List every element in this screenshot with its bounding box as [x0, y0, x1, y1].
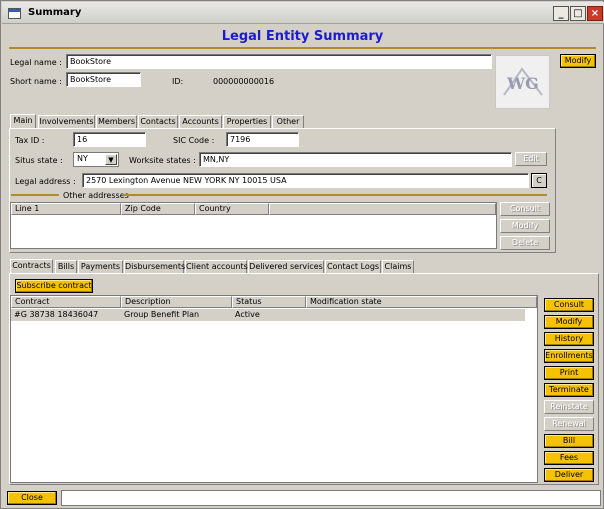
contract-cell: #G 38738 18436047: [14, 310, 99, 319]
id-label: ID:: [172, 77, 184, 86]
worksite-edit-button[interactable]: Edit: [515, 152, 547, 166]
addr-delete-button[interactable]: Delete: [500, 236, 550, 250]
addr-consult-button[interactable]: Consult: [500, 202, 550, 216]
status-bar: [61, 490, 601, 506]
tab-payments[interactable]: Payments: [78, 260, 123, 273]
tax-id-field[interactable]: 16: [73, 132, 146, 147]
other-addresses-grid[interactable]: Line 1 Zip Code Country: [10, 202, 497, 249]
tax-id-label: Tax ID :: [15, 136, 45, 145]
page-title: Legal Entity Summary: [221, 29, 384, 44]
addr-column-country[interactable]: Country: [195, 203, 269, 215]
situs-state-label: Situs state :: [15, 156, 63, 165]
tab-delivered-services[interactable]: Delivered services: [248, 260, 324, 273]
chevron-down-icon[interactable]: ▼: [105, 154, 117, 165]
summary-window: Summary _ □ × Legal Entity Summary Legal…: [0, 0, 604, 509]
other-addresses-rule-right: [123, 194, 547, 196]
legal-name-field[interactable]: BookStore: [66, 54, 492, 69]
tab-bills[interactable]: Bills: [55, 260, 77, 273]
contract-terminate-button[interactable]: Terminate: [544, 383, 594, 397]
minimize-button[interactable]: _: [553, 6, 569, 21]
modification-state-column[interactable]: Modification state: [306, 296, 537, 308]
other-addresses-rule-left: [11, 194, 59, 196]
situs-state-select[interactable]: NY ▼: [73, 152, 119, 167]
contract-reinstate-button[interactable]: Reinstate: [544, 400, 594, 414]
contract-modify-button[interactable]: Modify: [544, 315, 594, 329]
short-name-label: Short name :: [10, 77, 62, 86]
tab-claims[interactable]: Claims: [382, 260, 414, 273]
situs-state-value: NY: [77, 154, 88, 163]
contract-deliver-button[interactable]: Deliver: [544, 468, 594, 482]
description-column[interactable]: Description: [121, 296, 232, 308]
tab-members[interactable]: Members: [96, 115, 137, 128]
tab-client-accounts[interactable]: Client accounts: [185, 260, 248, 273]
addr-column-zip[interactable]: Zip Code: [121, 203, 195, 215]
worksite-states-label: Worksite states :: [129, 156, 196, 165]
description-cell: Group Benefit Plan: [124, 310, 200, 319]
tab-properties[interactable]: Properties: [223, 115, 271, 128]
tab-involvements[interactable]: Involvements: [38, 115, 95, 128]
addr-column-empty: [269, 203, 496, 215]
contracts-grid[interactable]: Contract Description Status Modification…: [10, 295, 538, 483]
tab-main[interactable]: Main: [10, 114, 36, 128]
contract-consult-button[interactable]: Consult: [544, 298, 594, 312]
contract-history-button[interactable]: History: [544, 332, 594, 346]
contract-renewal-button[interactable]: Renewal: [544, 417, 594, 431]
legal-address-label: Legal address :: [15, 177, 76, 186]
contract-fees-button[interactable]: Fees: [544, 451, 594, 465]
sic-code-label: SIC Code :: [173, 136, 215, 145]
addr-column-line1[interactable]: Line 1: [11, 203, 121, 215]
window-title: Summary: [28, 7, 82, 18]
id-value: 000000000016: [213, 77, 275, 86]
entity-logo: WG: [495, 55, 550, 109]
tab-accounts[interactable]: Accounts: [179, 115, 222, 128]
legal-address-field[interactable]: 2570 Lexington Avenue NEW YORK NY 10015 …: [82, 173, 529, 188]
contract-print-button[interactable]: Print: [544, 366, 594, 380]
short-name-field[interactable]: BookStore: [66, 72, 141, 87]
contracts-tab-strip: Contracts Bills Payments Disbursements C…: [9, 259, 599, 274]
status-cell: Active: [235, 310, 260, 319]
tab-contracts[interactable]: Contracts: [10, 259, 53, 273]
sic-code-field[interactable]: 7196: [226, 132, 299, 147]
contract-column[interactable]: Contract: [11, 296, 121, 308]
worksite-states-field[interactable]: MN,NY: [199, 152, 512, 167]
contract-bill-button[interactable]: Bill: [544, 434, 594, 448]
tab-disbursements[interactable]: Disbursements: [124, 260, 185, 273]
logo-text: WG: [506, 74, 539, 93]
entity-modify-button[interactable]: Modify: [560, 54, 596, 68]
addr-modify-button[interactable]: Modify: [500, 219, 550, 233]
app-icon: [8, 8, 21, 19]
tab-other[interactable]: Other: [272, 115, 304, 128]
close-button[interactable]: Close: [7, 491, 57, 505]
main-tab-strip: Main Involvements Members Contacts Accou…: [9, 114, 599, 129]
header-rule: [9, 47, 596, 49]
status-column[interactable]: Status: [232, 296, 306, 308]
tab-contacts[interactable]: Contacts: [138, 115, 178, 128]
maximize-button[interactable]: □: [570, 6, 586, 21]
subscribe-contract-button[interactable]: Subscribe contract: [15, 279, 93, 293]
table-row[interactable]: #G 38738 18436047 Group Benefit Plan Act…: [11, 309, 525, 321]
address-c-button[interactable]: C: [531, 173, 547, 188]
contract-enrollments-button[interactable]: Enrollments: [544, 349, 594, 363]
close-window-button[interactable]: ×: [587, 6, 603, 21]
tab-contact-logs[interactable]: Contact Logs: [325, 260, 381, 273]
legal-name-label: Legal name :: [10, 58, 62, 67]
other-addresses-label: Other addresses: [63, 191, 129, 200]
title-bar: Summary _ □ ×: [2, 2, 604, 24]
logo-graphic: WG: [502, 67, 543, 96]
